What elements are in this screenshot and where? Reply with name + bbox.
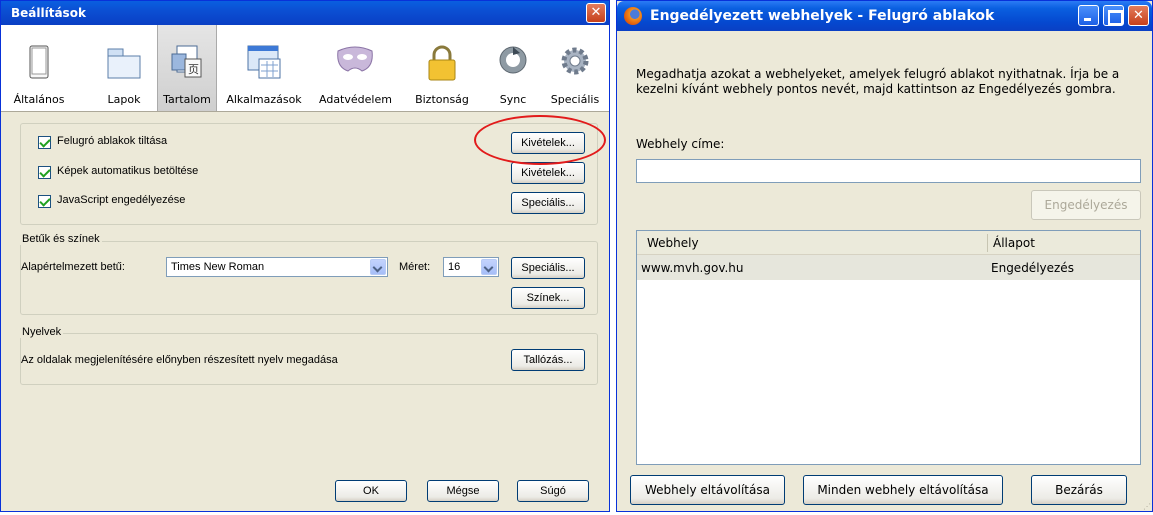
- allow-button[interactable]: Engedélyezés: [1031, 190, 1141, 220]
- minimize-button[interactable]: [1078, 5, 1099, 26]
- svg-text:页: 页: [188, 63, 199, 76]
- popup-block-label: Felugró ablakok tiltása: [57, 135, 168, 147]
- javascript-advanced-button[interactable]: Speciális...: [511, 192, 585, 214]
- fonts-advanced-button[interactable]: Speciális...: [511, 257, 585, 279]
- fonts-group-label: Betűk és színek: [20, 233, 102, 245]
- tab-tabs-label: Lapok: [107, 93, 141, 106]
- allowed-sites-close-button[interactable]: ✕: [1128, 5, 1149, 26]
- tab-content[interactable]: 页 Tartalom: [157, 25, 217, 111]
- tab-advanced[interactable]: Speciális: [547, 25, 603, 111]
- tab-content-label: Tartalom: [163, 93, 211, 106]
- javascript-label: JavaScript engedélyezése: [57, 194, 186, 206]
- list-item-site: www.mvh.gov.hu: [641, 261, 744, 275]
- default-font-value: Times New Roman: [171, 261, 265, 273]
- chevron-down-icon: [481, 259, 497, 275]
- colors-button[interactable]: Színek...: [511, 287, 585, 309]
- chevron-down-icon: [370, 259, 386, 275]
- column-separator: [987, 234, 988, 252]
- allowed-sites-title: Engedélyezett webhelyek - Felugró ablako…: [650, 8, 995, 24]
- column-site[interactable]: Webhely: [647, 236, 699, 250]
- tab-sync[interactable]: Sync: [491, 25, 535, 111]
- options-dialog: Beállítások ✕ Általános Lapok 页 Tartalom: [0, 0, 610, 512]
- tab-applications-label: Alkalmazások: [226, 93, 302, 106]
- font-size-value: 16: [448, 261, 461, 273]
- allowed-sites-description: Megadhatja azokat a webhelyeket, amelyek…: [636, 67, 1120, 96]
- tab-general-label: Általános: [13, 93, 65, 106]
- list-item[interactable]: www.mvh.gov.hu Engedélyezés: [637, 255, 1140, 280]
- tab-applications[interactable]: Alkalmazások: [225, 25, 303, 111]
- content-icon: 页: [171, 45, 202, 78]
- languages-group-label: Nyelvek: [20, 326, 64, 338]
- languages-description: Az oldalak megjelenítésére előnyben rész…: [21, 354, 338, 366]
- list-item-status: Engedélyezés: [991, 261, 1074, 275]
- tab-security[interactable]: Biztonság: [409, 25, 475, 111]
- remove-all-sites-button[interactable]: Minden webhely eltávolítása: [803, 475, 1003, 505]
- allowed-sites-titlebar: Engedélyezett webhelyek - Felugró ablako…: [617, 1, 1152, 31]
- firefox-icon: [624, 7, 642, 25]
- resize-grip-icon[interactable]: ⋰: [1143, 502, 1151, 511]
- options-category-toolbar: Általános Lapok 页 Tartalom Alkalmazások: [1, 25, 609, 112]
- options-title: Beállítások: [11, 6, 86, 20]
- advanced-gear-icon: [561, 47, 589, 75]
- tab-security-label: Biztonság: [415, 93, 469, 106]
- image-exceptions-button[interactable]: Kivételek...: [511, 162, 585, 184]
- column-status[interactable]: Állapot: [993, 236, 1035, 250]
- tab-privacy-label: Adatvédelem: [319, 93, 392, 106]
- close-button[interactable]: Bezárás: [1031, 475, 1127, 505]
- popup-block-checkbox[interactable]: [38, 136, 51, 149]
- javascript-checkbox[interactable]: [38, 195, 51, 208]
- sync-icon: [499, 46, 527, 74]
- cancel-button[interactable]: Mégse: [427, 480, 499, 502]
- allowed-sites-dialog: Engedélyezett webhelyek - Felugró ablako…: [616, 0, 1153, 512]
- ok-button[interactable]: OK: [335, 480, 407, 502]
- annotation-ellipse: [474, 115, 606, 165]
- site-address-input[interactable]: [636, 159, 1141, 183]
- security-lock-icon: [428, 45, 456, 81]
- tab-general[interactable]: Általános: [9, 25, 69, 111]
- languages-browse-button[interactable]: Tallózás...: [511, 349, 585, 371]
- options-close-button[interactable]: ✕: [586, 3, 606, 23]
- maximize-button[interactable]: [1103, 5, 1124, 26]
- tab-sync-label: Sync: [499, 93, 527, 106]
- default-font-label: Alapértelmezett betű:: [21, 261, 125, 273]
- font-size-label: Méret:: [399, 261, 431, 273]
- help-button[interactable]: Súgó: [517, 480, 589, 502]
- privacy-mask-icon: [337, 46, 373, 72]
- tab-advanced-label: Speciális: [550, 93, 600, 106]
- site-address-label: Webhely címe:: [636, 137, 725, 151]
- tab-tabs[interactable]: Lapok: [99, 25, 149, 111]
- sites-list[interactable]: Webhely Állapot www.mvh.gov.hu Engedélye…: [636, 230, 1141, 465]
- tabs-icon: [107, 48, 141, 79]
- load-images-label: Képek automatikus betöltése: [57, 165, 199, 177]
- load-images-checkbox[interactable]: [38, 166, 51, 179]
- applications-icon: [247, 45, 281, 79]
- general-icon: [29, 45, 49, 79]
- default-font-select[interactable]: Times New Roman: [166, 257, 388, 277]
- font-size-select[interactable]: 16: [443, 257, 499, 277]
- remove-site-button[interactable]: Webhely eltávolítása: [630, 475, 785, 505]
- options-titlebar: Beállítások ✕: [1, 1, 609, 25]
- tab-privacy[interactable]: Adatvédelem: [319, 25, 392, 111]
- sites-list-header: Webhely Állapot: [637, 231, 1140, 255]
